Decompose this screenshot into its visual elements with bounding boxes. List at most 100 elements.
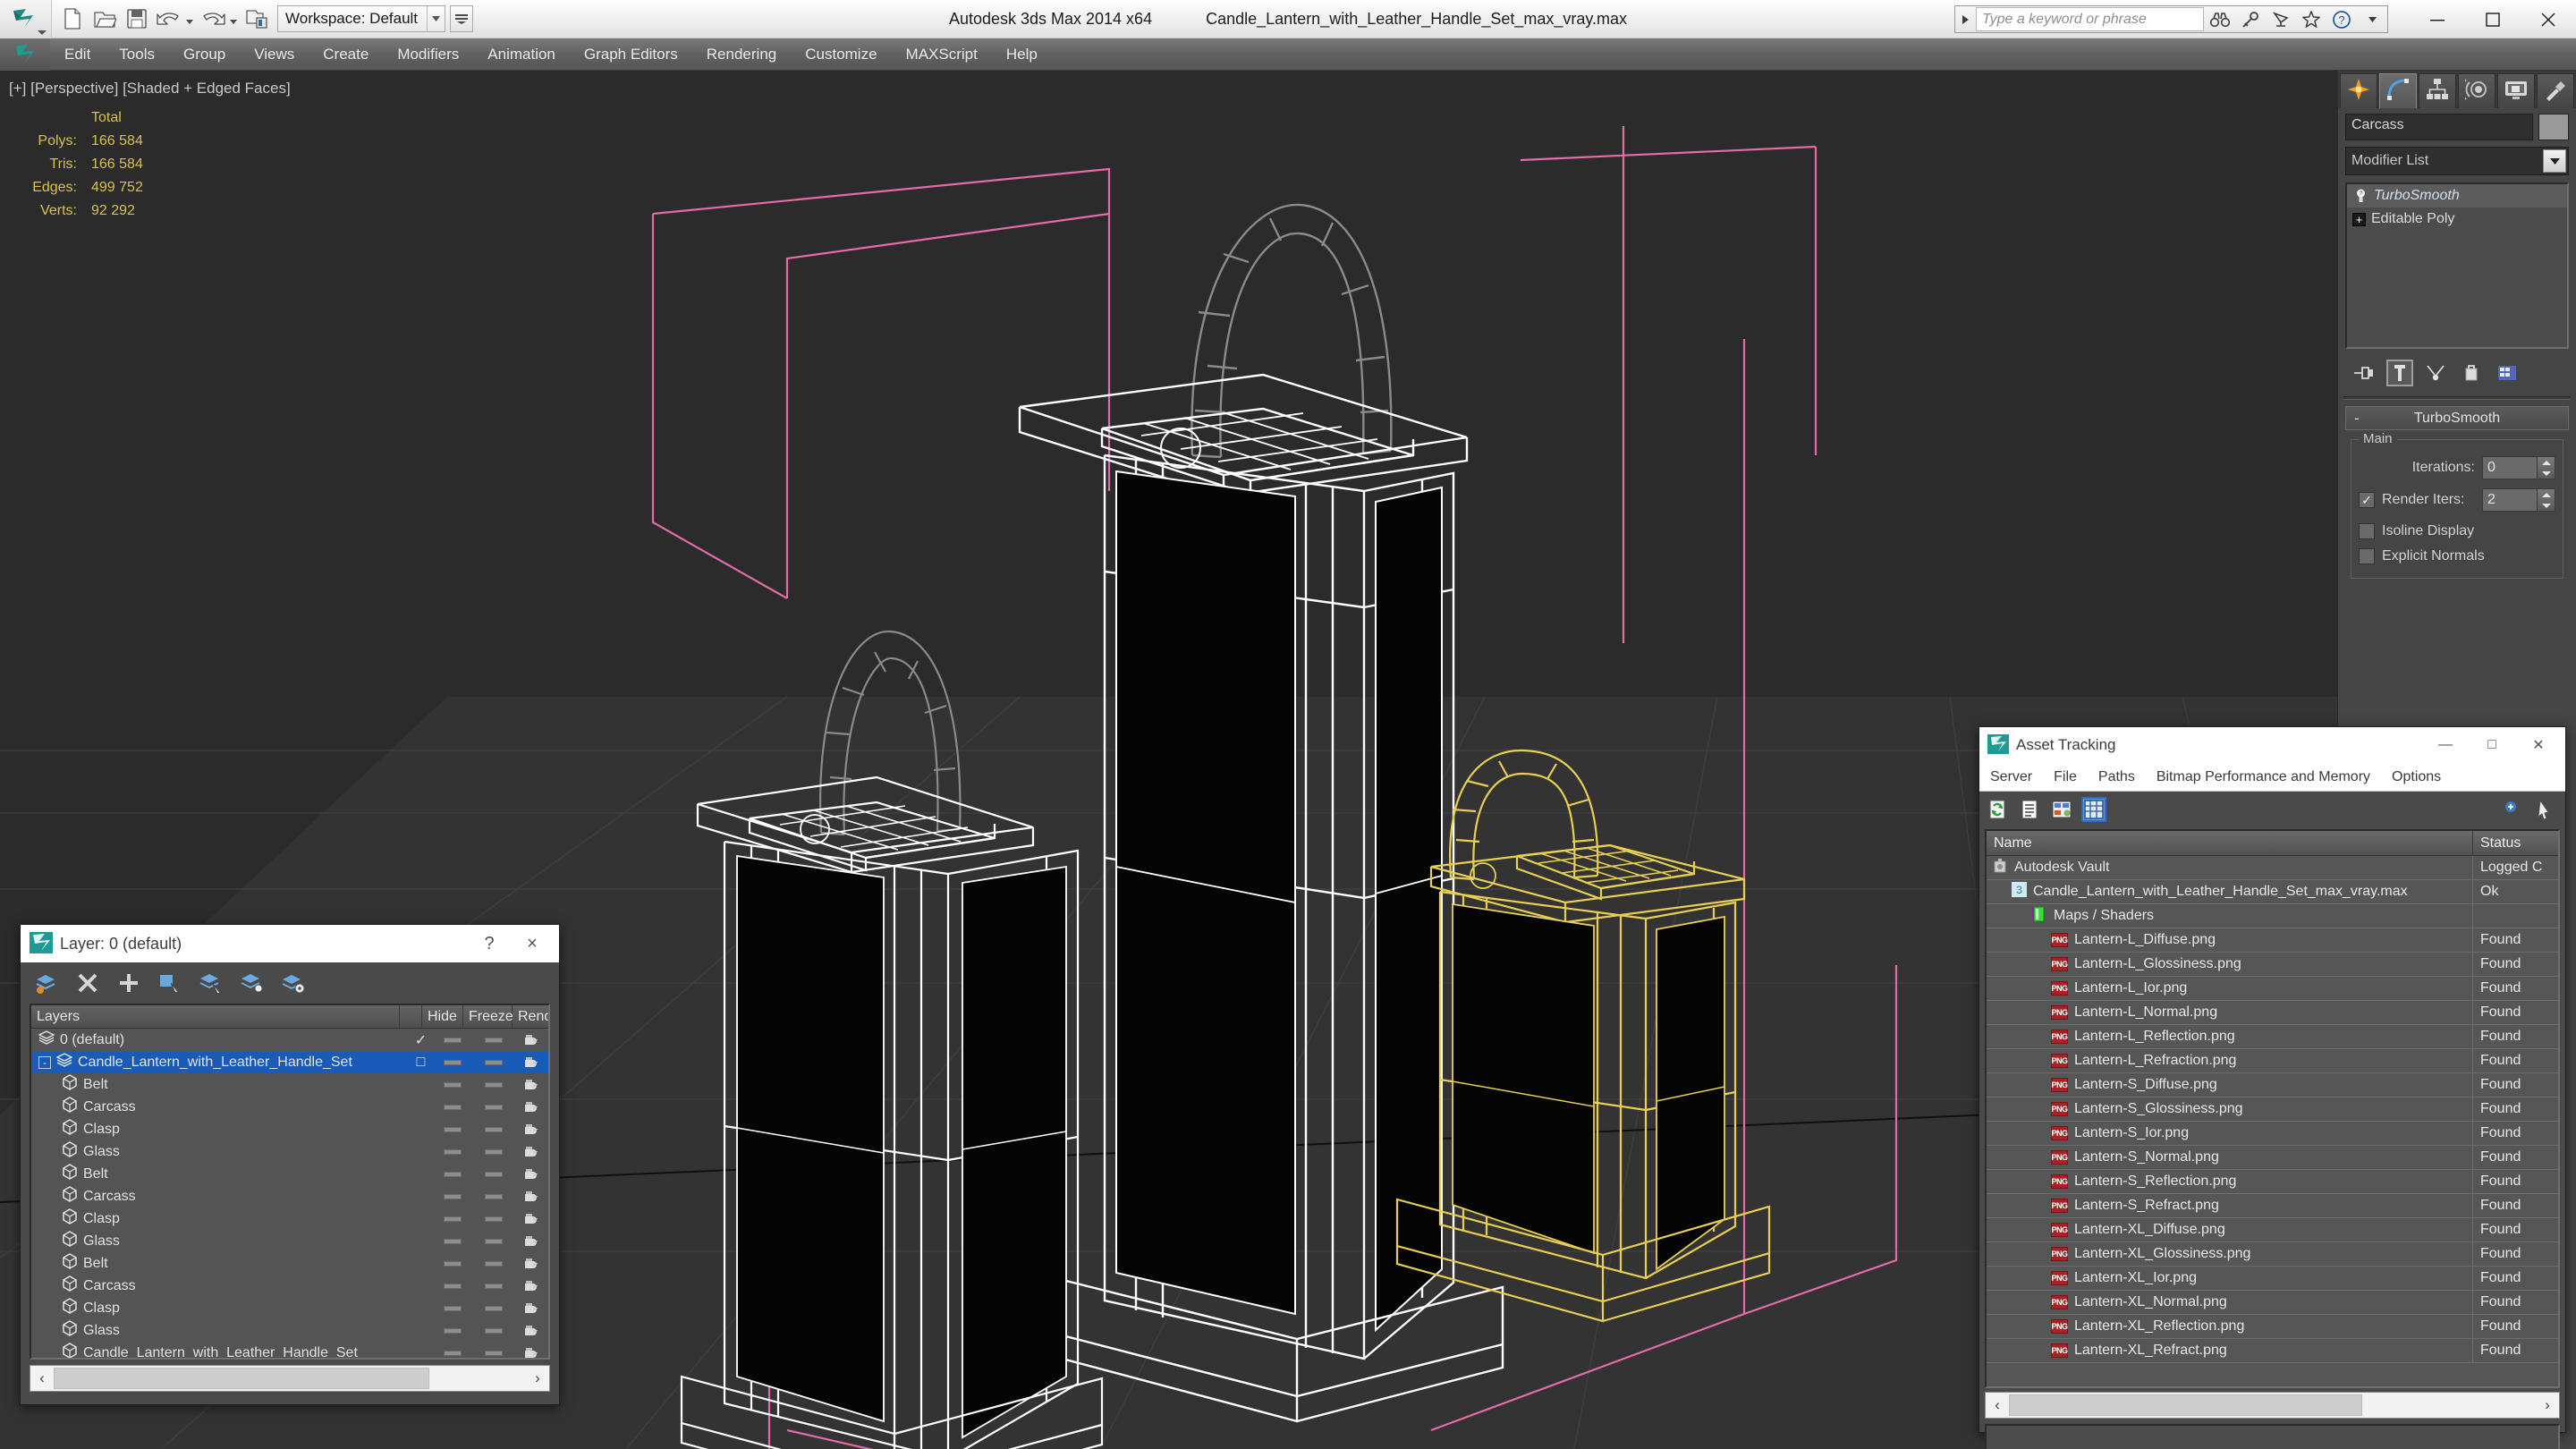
asset-menu-paths[interactable]: Paths: [2088, 763, 2146, 792]
layer-row[interactable]: Glass: [31, 1230, 548, 1252]
undo-dropdown-icon[interactable]: [186, 19, 193, 24]
layer-row[interactable]: Belt: [31, 1073, 548, 1096]
layer-hide-toggle[interactable]: [432, 1126, 473, 1132]
asset-menu-bitmap-performance-and-memory[interactable]: Bitmap Performance and Memory: [2146, 763, 2381, 792]
layer-freeze-toggle[interactable]: [473, 1037, 514, 1043]
max-app-menu-button[interactable]: [0, 0, 52, 38]
menu-item-animation[interactable]: Animation: [473, 38, 570, 71]
layer-hide-toggle[interactable]: [432, 1305, 473, 1311]
scroll-left-icon[interactable]: ‹: [1986, 1393, 2009, 1418]
layer-row[interactable]: Glass: [31, 1140, 548, 1163]
layer-freeze-toggle[interactable]: [473, 1350, 514, 1356]
asset-row[interactable]: PNG Lantern-XL_Ior.png Found: [1987, 1266, 2558, 1291]
asset-row[interactable]: PNG Lantern-L_Refraction.png Found: [1987, 1048, 2558, 1073]
layer-render-toggle[interactable]: [514, 1257, 548, 1270]
layer-row[interactable]: Glass: [31, 1319, 548, 1342]
layer-render-toggle[interactable]: [514, 1324, 548, 1337]
help-icon[interactable]: ?: [2326, 6, 2357, 32]
asset-maximize-button[interactable]: □: [2469, 727, 2515, 763]
layer-row[interactable]: Clasp: [31, 1118, 548, 1140]
add-help-icon[interactable]: ?: [2503, 797, 2528, 822]
asset-list[interactable]: Name Status Autodesk Vault Logged C 3 Candl…: [1985, 829, 2560, 1388]
expand-icon[interactable]: +: [2352, 212, 2366, 226]
scroll-left-icon[interactable]: ‹: [30, 1366, 54, 1391]
hierarchy-tab[interactable]: [2419, 73, 2456, 108]
refresh-icon[interactable]: [1985, 797, 2010, 822]
asset-row[interactable]: PNG Lantern-XL_Diffuse.png Found: [1987, 1217, 2558, 1242]
asset-row[interactable]: PNG Lantern-XL_Reflection.png Found: [1987, 1314, 2558, 1339]
asset-minimize-button[interactable]: —: [2422, 727, 2469, 763]
pin-stack-icon[interactable]: [2351, 360, 2377, 386]
workspace-chevron-icon[interactable]: [427, 6, 445, 31]
new-file-icon[interactable]: [57, 4, 88, 34]
layer-dialog[interactable]: Layer: 0 (default) ? × Layers Hide Freez…: [20, 924, 560, 1405]
list-view-icon[interactable]: [2017, 797, 2042, 822]
layer-render-toggle[interactable]: [514, 1234, 548, 1248]
motion-tab[interactable]: [2458, 73, 2496, 108]
layer-render-toggle[interactable]: [514, 1190, 548, 1203]
configure-sets-icon[interactable]: [2494, 360, 2521, 386]
layer-list[interactable]: Layers Hide Freeze Rend 0 (default) ✓ - Can…: [30, 1004, 550, 1360]
layer-hide-toggle[interactable]: [432, 1193, 473, 1199]
layer-dialog-help-button[interactable]: ?: [468, 925, 511, 962]
utilities-tab[interactable]: [2537, 73, 2574, 108]
isoline-display-checkbox[interactable]: [2359, 523, 2375, 539]
layer-render-toggle[interactable]: [514, 1346, 548, 1358]
menu-item-help[interactable]: Help: [992, 38, 1052, 71]
layer-freeze-toggle[interactable]: [473, 1327, 514, 1334]
add-selection-to-layer-icon[interactable]: [115, 970, 142, 996]
layer-row[interactable]: Carcass: [31, 1275, 548, 1297]
asset-row[interactable]: PNG Lantern-S_Diffuse.png Found: [1987, 1072, 2558, 1097]
binoculars-icon[interactable]: [2205, 6, 2235, 32]
turbosmooth-rollout-header[interactable]: - TurboSmooth: [2345, 406, 2569, 430]
layer-row[interactable]: Carcass: [31, 1096, 548, 1118]
redo-dropdown-icon[interactable]: [230, 19, 237, 24]
layer-render-toggle[interactable]: [514, 1279, 548, 1292]
layer-hide-toggle[interactable]: [432, 1171, 473, 1177]
help-dropdown-icon[interactable]: [2357, 6, 2387, 32]
layer-hide-toggle[interactable]: [432, 1216, 473, 1222]
asset-row[interactable]: 3 Candle_Lantern_with_Leather_Handle_Set_…: [1987, 879, 2558, 904]
asset-row[interactable]: PNG Lantern-L_Ior.png Found: [1987, 976, 2558, 1001]
layer-freeze-toggle[interactable]: [473, 1148, 514, 1155]
iterations-spinner[interactable]: [2538, 456, 2555, 479]
layer-freeze-toggle[interactable]: [473, 1283, 514, 1289]
explicit-normals-checkbox[interactable]: [2359, 548, 2375, 564]
layer-hide-toggle[interactable]: [432, 1037, 473, 1043]
layer-active-check[interactable]: □: [410, 1055, 432, 1071]
layer-freeze-toggle[interactable]: [473, 1260, 514, 1267]
layer-hide-toggle[interactable]: [432, 1260, 473, 1267]
scroll-right-icon[interactable]: ›: [2536, 1393, 2559, 1418]
asset-row[interactable]: PNG Lantern-S_Refract.png Found: [1987, 1193, 2558, 1218]
layer-row[interactable]: Clasp: [31, 1208, 548, 1230]
menu-item-edit[interactable]: Edit: [50, 38, 105, 71]
menu-item-modifiers[interactable]: Modifiers: [383, 38, 473, 71]
asset-tracking-window[interactable]: Asset Tracking — □ ✕ Server File Paths Bitm…: [1979, 726, 2566, 1449]
redo-icon[interactable]: [198, 4, 228, 34]
menu-item-views[interactable]: Views: [240, 38, 309, 71]
minimize-button[interactable]: [2410, 0, 2465, 38]
star-icon[interactable]: [2296, 6, 2326, 32]
render-iters-field[interactable]: 2: [2482, 488, 2538, 512]
select-highlighted-layer-icon[interactable]: [198, 970, 225, 996]
display-tab[interactable]: [2497, 73, 2535, 108]
layer-hide-toggle[interactable]: [432, 1081, 473, 1088]
asset-row[interactable]: PNG Lantern-L_Reflection.png Found: [1987, 1024, 2558, 1049]
make-unique-icon[interactable]: [2422, 360, 2449, 386]
layer-render-toggle[interactable]: [514, 1100, 548, 1114]
layer-freeze-toggle[interactable]: [473, 1081, 514, 1088]
asset-row[interactable]: PNG Lantern-XL_Glossiness.png Found: [1987, 1241, 2558, 1267]
grid-view-icon[interactable]: [2081, 797, 2106, 822]
asset-row[interactable]: PNG Lantern-S_Ior.png Found: [1987, 1121, 2558, 1146]
layer-freeze-toggle[interactable]: [473, 1059, 514, 1065]
layer-hide-toggle[interactable]: [432, 1104, 473, 1110]
layer-freeze-toggle[interactable]: [473, 1104, 514, 1110]
select-objects-in-layer-icon[interactable]: [157, 970, 183, 996]
menu-item-create[interactable]: Create: [309, 38, 383, 71]
layer-hide-toggle[interactable]: [432, 1148, 473, 1155]
layer-render-toggle[interactable]: [514, 1145, 548, 1158]
light-bulb-icon[interactable]: ?: [2352, 188, 2368, 204]
asset-menu-options[interactable]: Options: [2381, 763, 2452, 792]
layer-render-toggle[interactable]: [514, 1167, 548, 1181]
layer-hide-toggle[interactable]: [432, 1059, 473, 1065]
